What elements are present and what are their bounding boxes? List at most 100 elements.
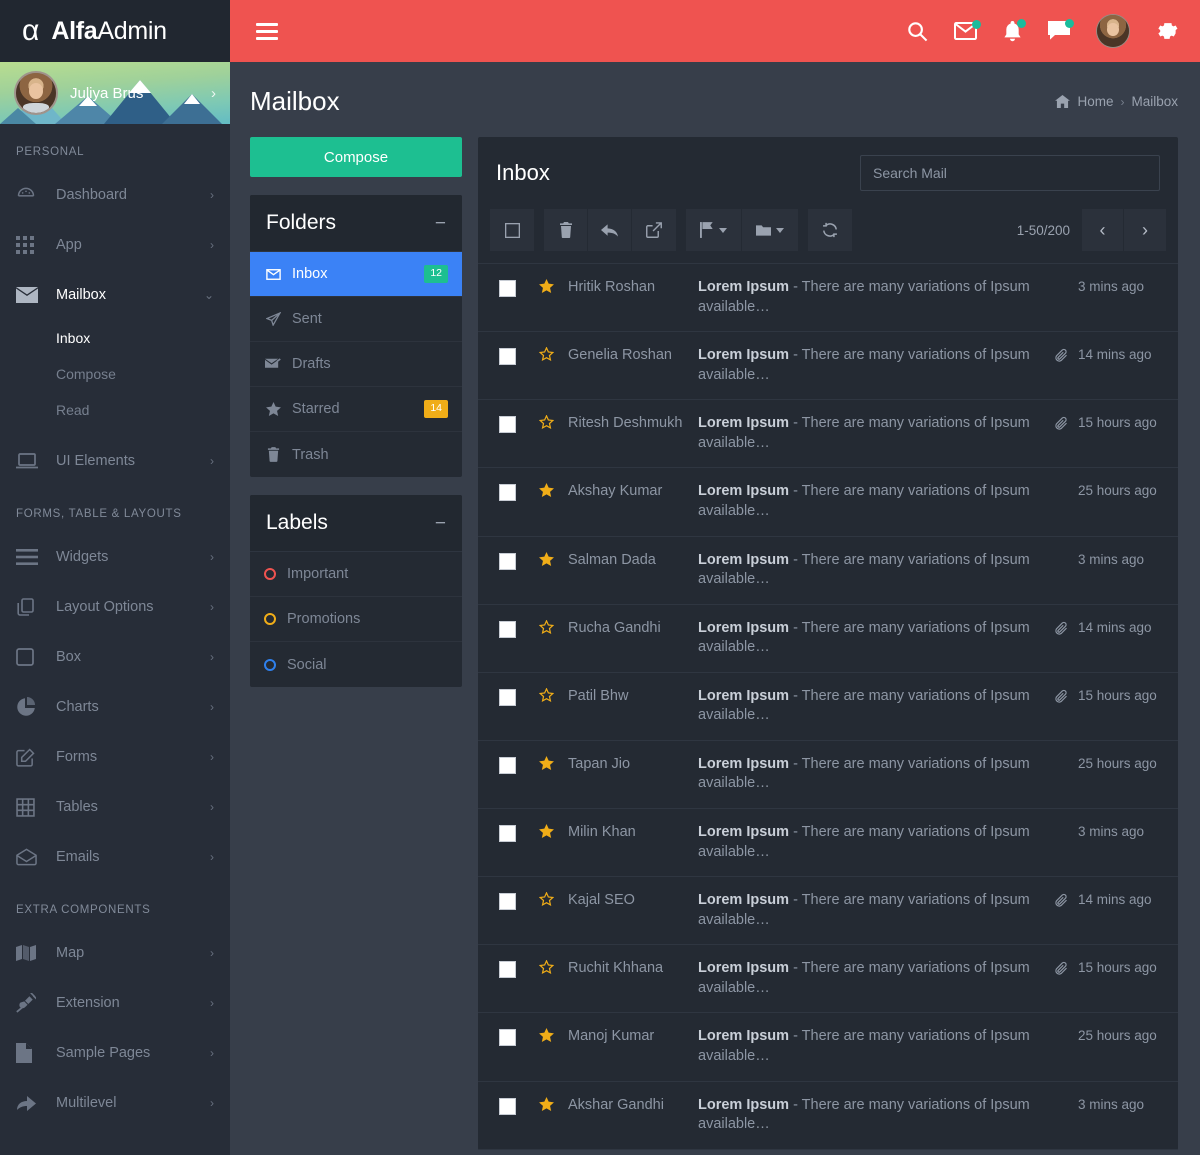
mail-row[interactable]: Kajal SEO Lorem Ipsum - There are many va… (478, 877, 1178, 946)
sidebar-item-label: UI Elements (56, 453, 135, 469)
sidebar-item-layout-options[interactable]: Layout Options › (0, 582, 230, 632)
mail-row[interactable]: Genelia Roshan Lorem Ipsum - There are ma… (478, 332, 1178, 401)
delete-button[interactable] (544, 209, 588, 251)
mail-checkbox[interactable] (498, 552, 516, 570)
gear-icon[interactable] (1156, 20, 1178, 42)
sidebar-subitem-read[interactable]: Read (0, 392, 230, 428)
star-outline-icon[interactable] (524, 346, 568, 362)
move-to-folder-dropdown[interactable] (742, 209, 798, 251)
mail-row[interactable]: Manoj Kumar Lorem Ipsum - There are many … (478, 1013, 1178, 1082)
refresh-button[interactable] (808, 209, 852, 251)
mail-checkbox[interactable] (498, 961, 516, 979)
mail-checkbox[interactable] (498, 1029, 516, 1047)
star-outline-icon[interactable] (524, 959, 568, 975)
search-mail-input[interactable] (860, 155, 1160, 191)
bell-icon[interactable] (1003, 18, 1026, 42)
sidebar-item-dashboard[interactable]: Dashboard › (0, 170, 230, 220)
mail-checkbox[interactable] (498, 416, 516, 434)
circle-icon (264, 568, 276, 580)
forward-button[interactable] (632, 209, 676, 251)
sidebar-item-box[interactable]: Box › (0, 632, 230, 682)
label-item-social[interactable]: Social (250, 642, 462, 687)
sidebar-item-ui-elements[interactable]: UI Elements › (0, 436, 230, 486)
star-filled-icon[interactable] (524, 1096, 568, 1111)
sidebar-item-forms[interactable]: Forms › (0, 732, 230, 782)
chat-icon[interactable] (1048, 19, 1074, 41)
folder-item-sent[interactable]: Sent (250, 297, 462, 342)
mail-row[interactable]: Salman Dada Lorem Ipsum - There are many … (478, 537, 1178, 605)
mail-subject: Lorem Ipsum - There are many variations … (698, 551, 1044, 590)
mail-row[interactable]: Milin Khan Lorem Ipsum - There are many v… (478, 809, 1178, 878)
notification-dot (1017, 18, 1026, 28)
star-outline-icon[interactable] (524, 891, 568, 907)
home-icon[interactable] (1055, 95, 1071, 108)
previous-page-button[interactable]: ‹ (1082, 209, 1124, 251)
mail-checkbox[interactable] (498, 756, 516, 774)
minimize-icon[interactable]: − (435, 514, 446, 533)
mail-row[interactable]: Ruchit Khhana Lorem Ipsum - There are man… (478, 945, 1178, 1014)
star-outline-icon[interactable] (524, 414, 568, 430)
label-text: Promotions (287, 611, 361, 627)
next-page-button[interactable]: › (1124, 209, 1166, 251)
star-filled-icon[interactable] (524, 1027, 568, 1043)
folder-item-drafts[interactable]: Drafts (250, 342, 462, 387)
attachment-icon (1044, 414, 1078, 431)
brand-logo[interactable]: α AlfaAdmin (0, 0, 230, 62)
flag-dropdown[interactable] (686, 209, 742, 251)
star-outline-icon[interactable] (524, 687, 568, 702)
sidebar-item-mailbox[interactable]: Mailbox ⌄ (0, 270, 230, 320)
mail-checkbox[interactable] (498, 348, 516, 366)
mail-row[interactable]: Hritik Roshan Lorem Ipsum - There are man… (478, 264, 1178, 333)
folder-item-starred[interactable]: Starred 14 (250, 387, 462, 432)
sidebar-subitem-inbox[interactable]: Inbox (0, 320, 230, 356)
star-filled-icon[interactable] (524, 551, 568, 566)
mail-row[interactable]: Ritesh Deshmukh Lorem Ipsum - There are m… (478, 400, 1178, 469)
reply-arrow-icon[interactable] (588, 209, 632, 251)
sidebar-item-charts[interactable]: Charts › (0, 682, 230, 732)
sidebar-item-widgets[interactable]: Widgets › (0, 532, 230, 582)
star-filled-icon[interactable] (524, 755, 568, 770)
mail-checkbox[interactable] (498, 688, 516, 706)
minimize-icon[interactable]: − (435, 214, 446, 233)
sidebar-item-extension[interactable]: Extension › (0, 978, 230, 1028)
mail-checkbox[interactable] (498, 620, 516, 638)
star-filled-icon[interactable] (524, 482, 568, 498)
mail-checkbox[interactable] (498, 825, 516, 842)
chevron-right-icon: › (210, 238, 214, 252)
mail-checkbox[interactable] (498, 484, 516, 502)
select-all-checkbox[interactable] (490, 209, 534, 251)
attachment-placeholder (1044, 1096, 1078, 1098)
sidebar-subitem-compose[interactable]: Compose (0, 356, 230, 392)
sidebar-profile[interactable]: Juliya Brus › (0, 62, 230, 124)
mail-row[interactable]: Rucha Gandhi Lorem Ipsum - There are many… (478, 605, 1178, 673)
label-item-important[interactable]: Important (250, 552, 462, 597)
sidebar-item-map[interactable]: Map › (0, 928, 230, 978)
label-item-promotions[interactable]: Promotions (250, 597, 462, 642)
mail-row[interactable]: Patil Bhw Lorem Ipsum - There are many va… (478, 673, 1178, 741)
mail-row[interactable]: Akshar Gandhi Lorem Ipsum - There are man… (478, 1082, 1178, 1150)
folder-item-trash[interactable]: Trash (250, 432, 462, 477)
sidebar-item-tables[interactable]: Tables › (0, 782, 230, 832)
compose-button[interactable]: Compose (250, 137, 462, 177)
breadcrumb-home[interactable]: Home (1077, 94, 1113, 109)
star-outline-icon[interactable] (524, 619, 568, 634)
avatar[interactable] (1096, 14, 1130, 48)
sidebar-item-sample-pages[interactable]: Sample Pages › (0, 1028, 230, 1078)
sidebar-item-emails[interactable]: Emails › (0, 832, 230, 882)
mail-checkbox[interactable] (498, 1097, 516, 1115)
attachment-icon (1044, 959, 1078, 976)
star-filled-icon[interactable] (524, 278, 568, 293)
mail-sender: Akshar Gandhi (568, 1096, 664, 1113)
hamburger-menu-icon[interactable] (256, 19, 278, 44)
sidebar-subitem-label: Inbox (56, 330, 91, 346)
mail-checkbox[interactable] (498, 280, 516, 297)
mail-row[interactable]: Tapan Jio Lorem Ipsum - There are many va… (478, 741, 1178, 809)
sidebar-item-app[interactable]: App › (0, 220, 230, 270)
folder-item-inbox[interactable]: Inbox 12 (250, 252, 462, 297)
search-icon[interactable] (907, 21, 928, 42)
sidebar-item-multilevel[interactable]: Multilevel › (0, 1078, 230, 1128)
star-filled-icon[interactable] (524, 823, 568, 838)
mail-row[interactable]: Akshay Kumar Lorem Ipsum - There are many… (478, 468, 1178, 537)
mail-checkbox[interactable] (498, 893, 516, 911)
envelope-icon[interactable] (954, 20, 981, 40)
